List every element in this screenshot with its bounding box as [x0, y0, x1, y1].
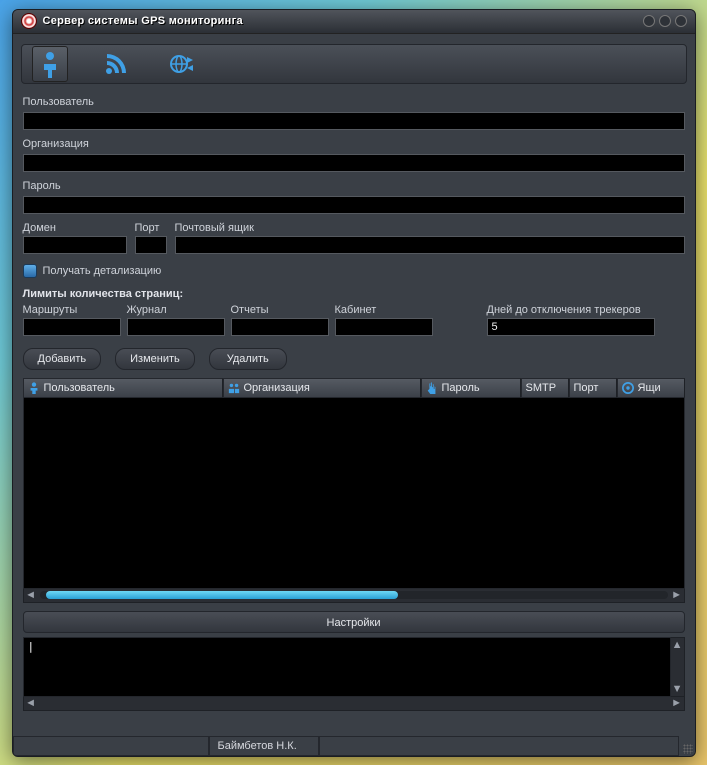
th-user-label: Пользователь	[44, 382, 115, 394]
minimize-button[interactable]	[643, 15, 655, 27]
routes-input[interactable]	[23, 318, 121, 336]
users-table: Пользователь Организация Пароль SMTP Пор…	[23, 378, 685, 603]
mailbox-input[interactable]	[175, 236, 685, 254]
user-label: Пользователь	[23, 96, 685, 108]
app-window: Сервер системы GPS мониторинга Пользоват…	[12, 9, 696, 757]
journal-input[interactable]	[127, 318, 225, 336]
globe-icon	[169, 53, 195, 75]
log-textarea[interactable]: |	[23, 637, 671, 697]
th-user[interactable]: Пользователь	[23, 378, 223, 398]
routes-label: Маршруты	[23, 304, 121, 316]
settings-button[interactable]: Настройки	[23, 611, 685, 633]
log-scroll-right-button[interactable]: ►	[672, 698, 682, 708]
scroll-up-button[interactable]: ▲	[672, 640, 682, 650]
port-label: Порт	[135, 222, 167, 234]
port-input[interactable]	[135, 236, 167, 254]
th-org-label: Организация	[244, 382, 310, 394]
maximize-button[interactable]	[659, 15, 671, 27]
close-button[interactable]	[675, 15, 687, 27]
user-input[interactable]	[23, 112, 685, 130]
domain-label: Домен	[23, 222, 127, 234]
app-icon	[21, 13, 37, 29]
main-toolbar	[21, 44, 687, 84]
org-label: Организация	[23, 138, 685, 150]
detail-checkbox-label: Получать детализацию	[43, 265, 162, 277]
edit-button[interactable]: Изменить	[115, 348, 195, 370]
scroll-right-button[interactable]: ►	[672, 590, 682, 600]
log-hscrollbar[interactable]: ◄ ►	[23, 697, 685, 711]
th-password[interactable]: Пароль	[421, 378, 521, 398]
resize-grip[interactable]	[679, 736, 695, 756]
person-icon	[39, 50, 61, 78]
scroll-left-button[interactable]: ◄	[26, 590, 36, 600]
th-port[interactable]: Порт	[569, 378, 617, 398]
th-port-label: Порт	[574, 382, 599, 394]
titlebar: Сервер системы GPS мониторинга	[13, 10, 695, 34]
status-cell-1	[13, 736, 209, 756]
people-icon	[228, 382, 240, 394]
password-label: Пароль	[23, 180, 685, 192]
table-body[interactable]	[23, 398, 685, 589]
person-icon	[28, 382, 40, 394]
window-controls	[643, 15, 687, 27]
th-org[interactable]: Организация	[223, 378, 421, 398]
add-button[interactable]: Добавить	[23, 348, 102, 370]
scroll-track[interactable]	[40, 591, 668, 599]
rss-icon	[104, 52, 128, 76]
org-input[interactable]	[23, 154, 685, 172]
toolbar-user-button[interactable]	[32, 46, 68, 82]
th-mailbox[interactable]: Ящи	[617, 378, 685, 398]
journal-label: Журнал	[127, 304, 225, 316]
log-scroll-left-button[interactable]: ◄	[26, 698, 36, 708]
window-title: Сервер системы GPS мониторинга	[43, 15, 243, 27]
form-area: Пользователь Организация Пароль Домен По…	[13, 90, 695, 603]
password-input[interactable]	[23, 196, 685, 214]
limits-heading: Лимиты количества страниц:	[23, 288, 685, 300]
th-smtp-label: SMTP	[526, 382, 557, 394]
table-header: Пользователь Организация Пароль SMTP Пор…	[23, 378, 685, 398]
toolbar-rss-button[interactable]	[98, 46, 134, 82]
domain-input[interactable]	[23, 236, 127, 254]
status-cell-3	[319, 736, 679, 756]
log-area: | ▲ ▼	[23, 637, 685, 697]
toolbar-globe-button[interactable]	[164, 46, 200, 82]
scroll-thumb[interactable]	[46, 591, 398, 599]
cabinet-label: Кабинет	[335, 304, 433, 316]
delete-button[interactable]: Удалить	[209, 348, 287, 370]
th-smtp[interactable]: SMTP	[521, 378, 569, 398]
log-vscrollbar[interactable]: ▲ ▼	[671, 637, 685, 697]
table-hscrollbar[interactable]: ◄ ►	[23, 589, 685, 603]
cabinet-input[interactable]	[335, 318, 433, 336]
th-mailbox-label: Ящи	[638, 382, 661, 394]
hand-icon	[426, 382, 438, 394]
mailbox-label: Почтовый ящик	[175, 222, 685, 234]
days-input[interactable]	[487, 318, 655, 336]
reports-label: Отчеты	[231, 304, 329, 316]
reports-input[interactable]	[231, 318, 329, 336]
th-password-label: Пароль	[442, 382, 480, 394]
status-author: Баймбетов Н.К.	[209, 736, 319, 756]
days-label: Дней до отключения трекеров	[487, 304, 655, 316]
at-icon	[622, 382, 634, 394]
scroll-down-button[interactable]: ▼	[672, 684, 682, 694]
statusbar: Баймбетов Н.К.	[13, 736, 695, 756]
detail-checkbox[interactable]	[23, 264, 37, 278]
